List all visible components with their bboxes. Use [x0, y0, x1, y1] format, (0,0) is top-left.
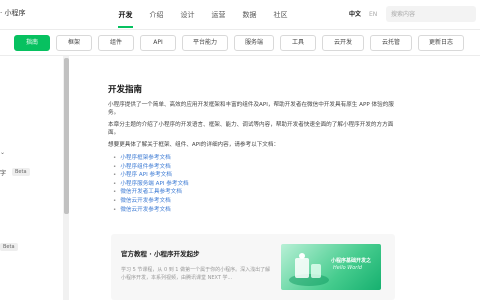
nav-community[interactable]: 社区: [265, 0, 296, 30]
chip-components[interactable]: 组件: [98, 35, 134, 51]
chip-framework[interactable]: 框架: [56, 35, 92, 51]
sidebar-item-partial[interactable]: 字: [0, 168, 6, 177]
lang-chinese[interactable]: 中文: [349, 11, 361, 18]
intro-paragraph: 小程序提供了一个简单、高效的应用开发框架和丰富的组件及API，帮助开发者在微信中…: [108, 102, 394, 116]
chip-tools[interactable]: 工具: [280, 35, 316, 51]
nav-data[interactable]: 数据: [234, 0, 265, 30]
tutorial-banner-image[interactable]: 小程序基础开发之 Hello World: [281, 244, 381, 290]
chip-cloud-dev[interactable]: 云开发: [322, 35, 364, 51]
lang-english[interactable]: EN: [369, 11, 377, 18]
page-title: 开发指南: [108, 85, 143, 95]
banner-subtitle: Hello World: [333, 265, 362, 271]
tutorial-card[interactable]: 官方教程 · 小程序开发起步 学习 5 节课程，从 0 到 1 做第一个属于你的…: [111, 234, 395, 300]
chip-cloud-host[interactable]: 云托管: [370, 35, 412, 51]
beta-badge: Beta: [12, 168, 30, 176]
beta-badge: Beta: [0, 243, 18, 251]
chip-guide[interactable]: 指南: [14, 35, 50, 51]
link-devtools-docs[interactable]: 微信开发者工具参考文档: [113, 188, 189, 197]
nav-operate[interactable]: 运营: [203, 0, 234, 30]
chip-server[interactable]: 服务端: [234, 35, 274, 51]
card-title: 官方教程 · 小程序开发起步: [121, 250, 200, 258]
main-nav: 开发 介绍 设计 运营 数据 社区: [110, 0, 296, 30]
link-cloud-docs[interactable]: 微信云开发参考文档: [113, 197, 189, 206]
link-cloud-docs-2[interactable]: 微信云开发参考文档: [113, 206, 189, 215]
link-api-docs[interactable]: 小程序 API 参考文档: [113, 171, 189, 180]
card-description: 学习 5 节课程，从 0 到 1 做第一个属于你的小程序。深入浅出了解小程序开发…: [121, 267, 271, 281]
chip-platform[interactable]: 平台能力: [182, 35, 228, 51]
overview-paragraph: 本章分主题的介绍了小程序的开发语言、框架、能力、调试等内容，帮助开发者快速全面的…: [108, 122, 394, 136]
nav-develop[interactable]: 开发: [110, 0, 141, 30]
doc-category-bar: 指南 框架 组件 API 平台能力 服务端 工具 云开发 云托管 更新日志: [0, 30, 480, 56]
link-server-api-docs[interactable]: 小程序服务端 API 参考文档: [113, 180, 188, 189]
chevron-down-icon[interactable]: ⌄: [0, 149, 5, 156]
chip-api[interactable]: API: [140, 35, 176, 51]
top-navigation-bar: · 小程序 开发 介绍 设计 运营 数据 社区 中文 EN: [0, 0, 480, 30]
brand-title[interactable]: · 小程序: [0, 8, 25, 18]
banner-illustration-icon: [289, 253, 329, 286]
nav-intro[interactable]: 介绍: [141, 0, 172, 30]
link-component-docs[interactable]: 小程序组件参考文档: [113, 163, 189, 172]
banner-title: 小程序基础开发之: [331, 258, 372, 264]
reference-links: 小程序框架参考文档 小程序组件参考文档 小程序 API 参考文档 小程序服务端 …: [113, 154, 189, 215]
doc-content: 开发指南 小程序提供了一个简单、高效的应用开发框架和丰富的组件及API，帮助开发…: [69, 56, 480, 300]
doc-sidebar: 字 Beta ⌄ Beta: [0, 56, 64, 300]
nav-design[interactable]: 设计: [172, 0, 203, 30]
language-switch: 中文 EN: [349, 9, 377, 18]
brand-label: · 小程序: [0, 9, 26, 17]
chip-changelog[interactable]: 更新日志: [418, 35, 464, 51]
docs-intro-paragraph: 想要更具体了解关于框架、组件、API的详细内容，请参考以下文档：: [108, 142, 280, 148]
link-framework-docs[interactable]: 小程序框架参考文档: [113, 154, 189, 163]
search-input[interactable]: [386, 6, 476, 22]
